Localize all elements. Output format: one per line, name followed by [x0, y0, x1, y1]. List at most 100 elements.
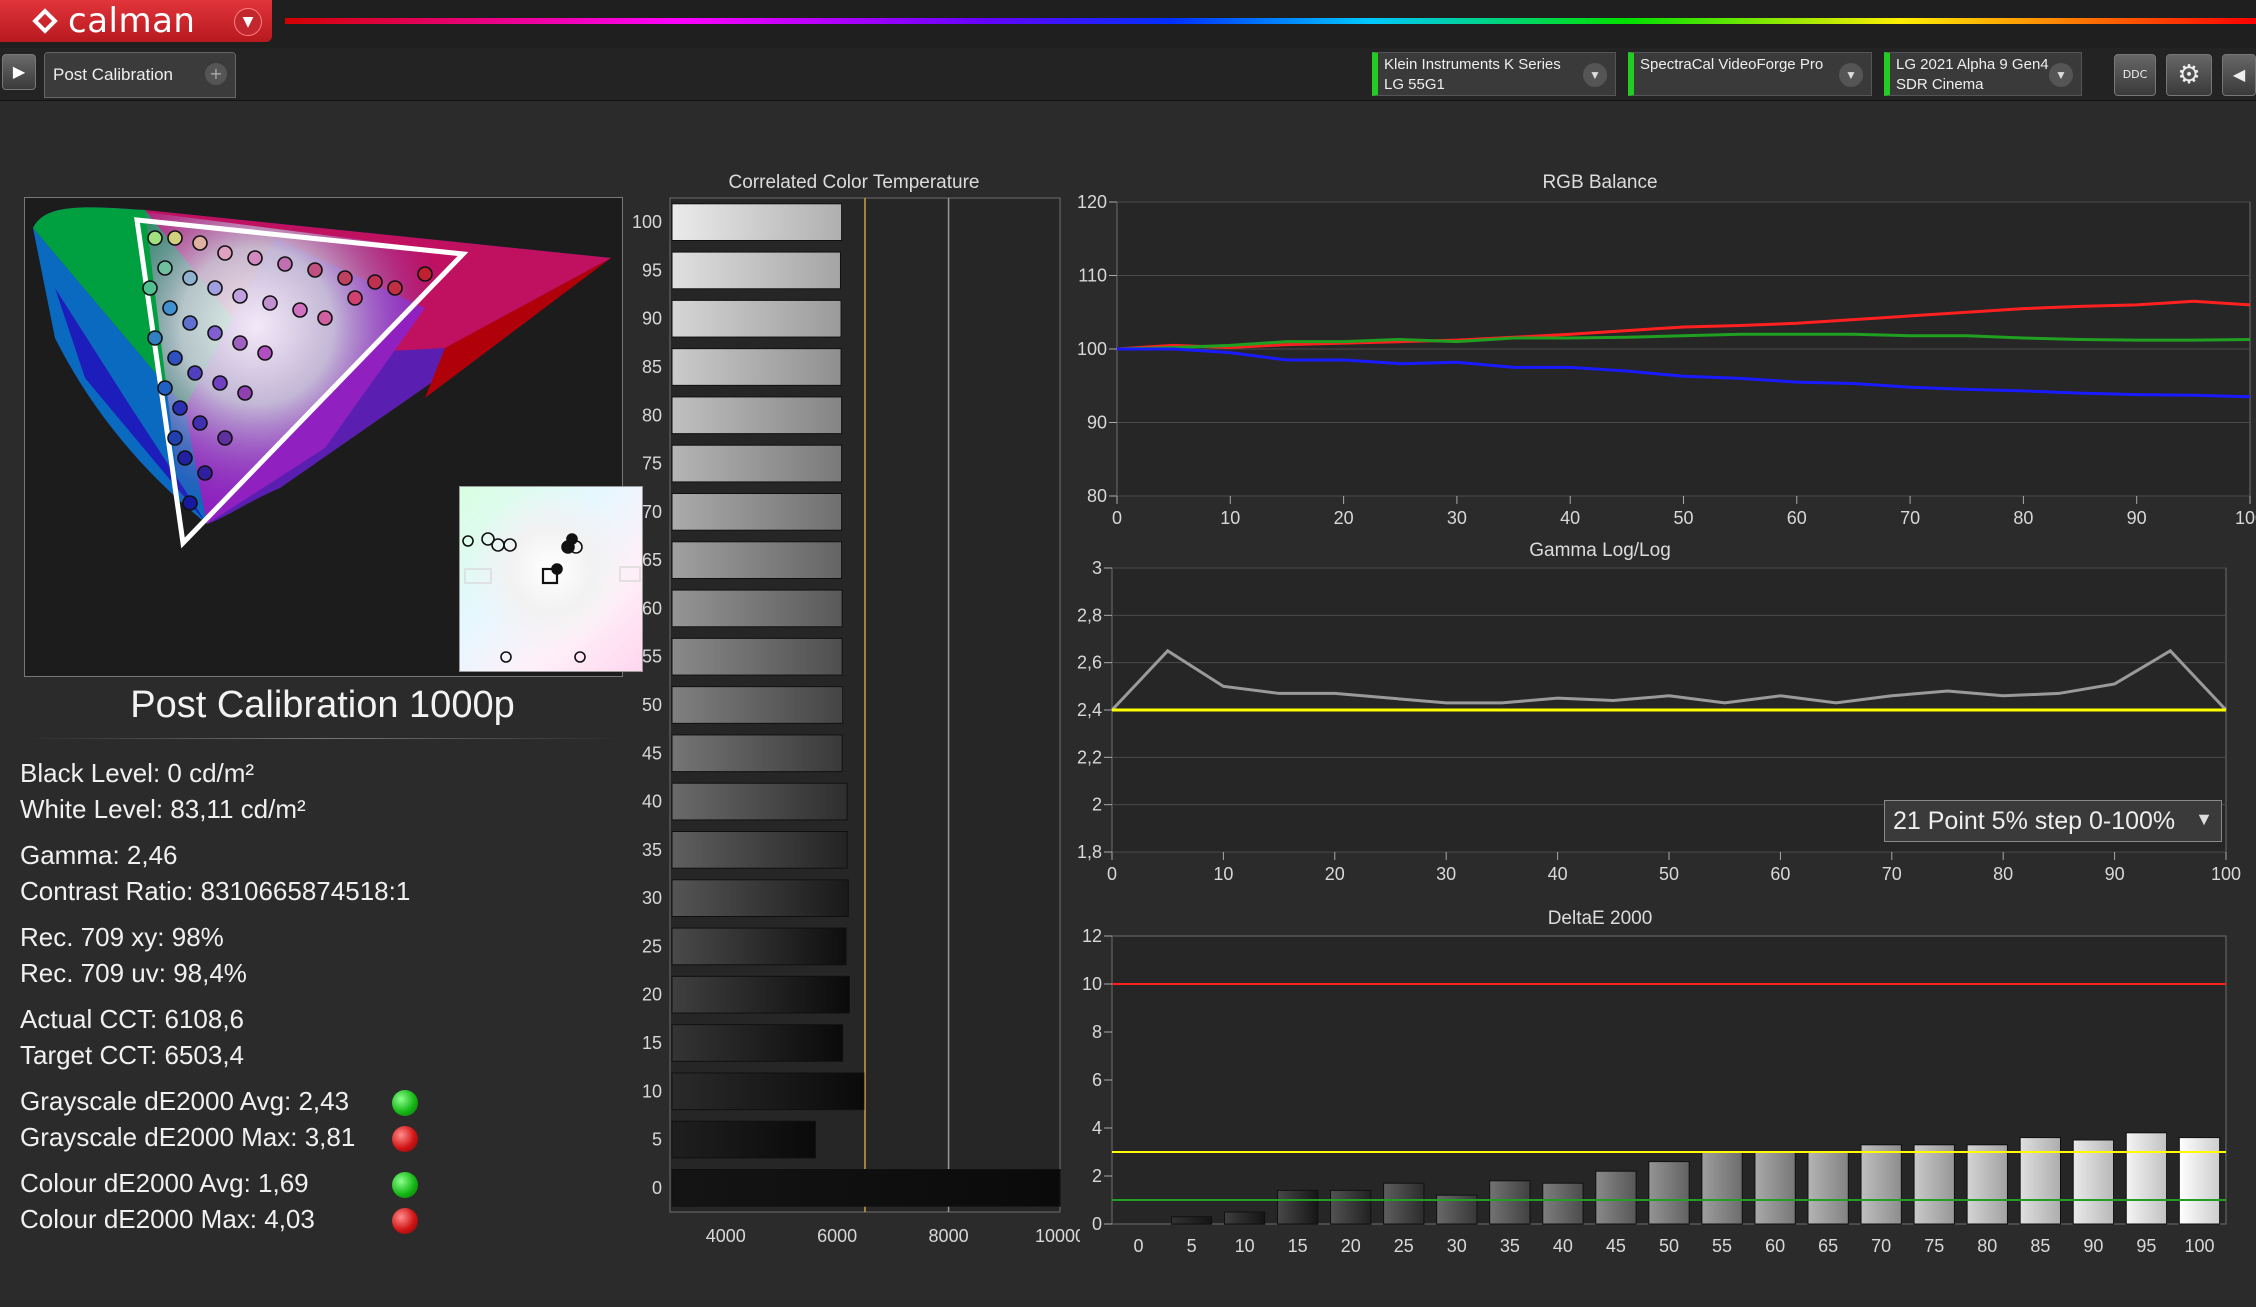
deltae-bar: [1170, 1216, 1213, 1225]
deltae-x-tick-label: 75: [1924, 1236, 1944, 1256]
calman-logo[interactable]: calman ▼: [0, 0, 272, 42]
top-bar: calman ▼: [0, 0, 2256, 48]
deltae-y-tick-label: 0: [1092, 1214, 1102, 1234]
cct-category-label: 60: [642, 598, 662, 618]
cct-x-tick-label: 6000: [817, 1226, 857, 1246]
cct-bar: [671, 589, 843, 628]
rgb-y-tick-label: 110: [1078, 266, 1107, 286]
deltae-bar: [1383, 1182, 1425, 1225]
display-mode: SDR Cinema: [1896, 76, 1984, 93]
deltae-y-tick-label: 8: [1092, 1022, 1102, 1042]
cct-category-label: 15: [642, 1033, 662, 1053]
deltae-x-tick-label: 15: [1288, 1236, 1308, 1256]
deltae-x-tick-label: 5: [1187, 1236, 1197, 1256]
cct-category-label: 45: [642, 743, 662, 763]
deltae-bar: [1966, 1144, 2008, 1225]
ddc-button[interactable]: DDC: [2114, 54, 2156, 96]
meter-name: Klein Instruments K Series: [1384, 56, 1561, 73]
tab-label: Post Calibration: [53, 65, 174, 84]
rgb-y-tick-label: 90: [1087, 413, 1107, 433]
cct-x-tick-label: 8000: [929, 1226, 969, 1246]
deltae-y-tick-label: 6: [1092, 1070, 1102, 1090]
deltae-y-tick-label: 4: [1092, 1118, 1102, 1138]
rgb-x-tick-label: 30: [1447, 508, 1467, 528]
chevron-down-icon[interactable]: ▼: [1839, 63, 1863, 87]
gamma-point-select[interactable]: 21 Point 5% step 0-100% ▼: [1884, 800, 2222, 842]
cct-category-label: 95: [642, 260, 662, 280]
target-cct: Target CCT: 6503,4: [20, 1040, 245, 1070]
gamma-x-tick-label: 60: [1770, 864, 1790, 884]
cct-category-label: 50: [642, 695, 662, 715]
display-selector[interactable]: LG 2021 Alpha 9 Gen4 SDR Cinema ▼: [1884, 52, 2082, 96]
deltae-bar: [1595, 1170, 1637, 1225]
deltae-x-tick-label: 85: [2030, 1236, 2050, 1256]
deltae-bar: [1648, 1161, 1690, 1225]
grayscale-de-avg: Grayscale dE2000 Avg: 2,43: [20, 1086, 350, 1116]
cct-category-label: 5: [652, 1130, 662, 1150]
black-level: Black Level: 0 cd/m²: [20, 758, 255, 788]
deltae-y-tick-label: 10: [1082, 974, 1102, 994]
gamma-x-tick-label: 80: [1993, 864, 2013, 884]
cct-bar: [671, 444, 843, 483]
deltae-bar: [1330, 1189, 1372, 1225]
rgb-x-tick-label: 100: [2235, 508, 2256, 528]
gamma-x-tick-label: 30: [1436, 864, 1456, 884]
deltae-bar: [1277, 1189, 1319, 1225]
generator-name: SpectraCal VideoForge Pro: [1640, 56, 1824, 73]
cct-category-label: 100: [632, 212, 662, 232]
chevron-down-icon[interactable]: ▼: [2049, 63, 2073, 87]
deltae-x-tick-label: 50: [1659, 1236, 1679, 1256]
deltae-x-tick-label: 80: [1977, 1236, 1997, 1256]
tab-post-calibration[interactable]: Post Calibration +: [44, 52, 236, 98]
meter-selector[interactable]: Klein Instruments K Series LG 55G1 ▼: [1372, 52, 1616, 96]
rgb-y-tick-label: 80: [1087, 486, 1107, 506]
rgb-x-tick-label: 50: [1673, 508, 1693, 528]
deltae-bar: [2178, 1137, 2221, 1225]
colour-de-max: Colour dE2000 Max: 4,03: [20, 1204, 315, 1234]
deltae-bar: [1754, 1151, 1796, 1225]
cct-bar: [671, 1169, 1061, 1207]
cct-bar: [671, 493, 843, 531]
collapse-panel-icon[interactable]: ◀: [2222, 54, 2256, 96]
cct-category-label: 35: [642, 840, 662, 860]
add-tab-button[interactable]: +: [205, 63, 227, 85]
cct-bar: [671, 541, 843, 579]
rgb-x-tick-label: 40: [1560, 508, 1580, 528]
deltae-chart: 0 2 4 6 8 10 12 0 5 10 15 20 25 30 35 40 45 50 55 60 65 70 75 8…: [1082, 926, 2227, 1256]
rgb-x-tick-label: 0: [1112, 508, 1122, 528]
deltae-x-tick-label: 100: [2184, 1236, 2214, 1256]
deltae-bar: [2125, 1132, 2168, 1225]
gamma-x-tick-label: 20: [1325, 864, 1345, 884]
chevron-down-icon[interactable]: ▼: [2195, 809, 2213, 830]
cct-bar: [671, 686, 844, 724]
rgb-y-tick-label: 100: [1077, 339, 1107, 359]
gamma-x-tick-label: 90: [2105, 864, 2125, 884]
cct-bar: [671, 203, 843, 241]
rgb-balance-chart: 80 90 100 110 120 0 10 20 30 40 50 60 70 80 90 100: [1077, 192, 2256, 528]
cct-category-label: 55: [642, 647, 662, 667]
cct-bar: [671, 1072, 865, 1111]
deltae-y-tick-label: 2: [1092, 1166, 1102, 1186]
cct-category-label: 0: [652, 1178, 662, 1198]
colour-de-avg: Colour dE2000 Avg: 1,69: [20, 1168, 309, 1198]
deltae-x-tick-label: 30: [1447, 1236, 1467, 1256]
gamma-x-tick-label: 70: [1882, 864, 1902, 884]
rgb-x-tick-label: 10: [1220, 508, 1240, 528]
cct-category-label: 85: [642, 357, 662, 377]
deltae-bar: [1542, 1182, 1584, 1225]
gear-icon[interactable]: ⚙: [2166, 54, 2212, 96]
play-icon[interactable]: ▶: [2, 54, 36, 90]
deltae-x-tick-label: 90: [2083, 1236, 2103, 1256]
cct-bar: [671, 734, 843, 773]
gamma-value: Gamma: 2,46: [20, 840, 178, 870]
inset-svg: [462, 532, 641, 663]
pass-status-icon: [392, 1172, 418, 1198]
chevron-down-icon[interactable]: ▼: [1583, 63, 1607, 87]
cct-x-tick-label: 4000: [706, 1226, 746, 1246]
meter-display: LG 55G1: [1384, 76, 1445, 93]
deltae-y-tick-label: 12: [1082, 926, 1102, 946]
rgb-x-tick-label: 90: [2127, 508, 2147, 528]
chevron-down-icon[interactable]: ▼: [234, 8, 262, 36]
deltae-x-tick-label: 10: [1235, 1236, 1255, 1256]
pattern-generator-selector[interactable]: SpectraCal VideoForge Pro ▼: [1628, 52, 1872, 96]
